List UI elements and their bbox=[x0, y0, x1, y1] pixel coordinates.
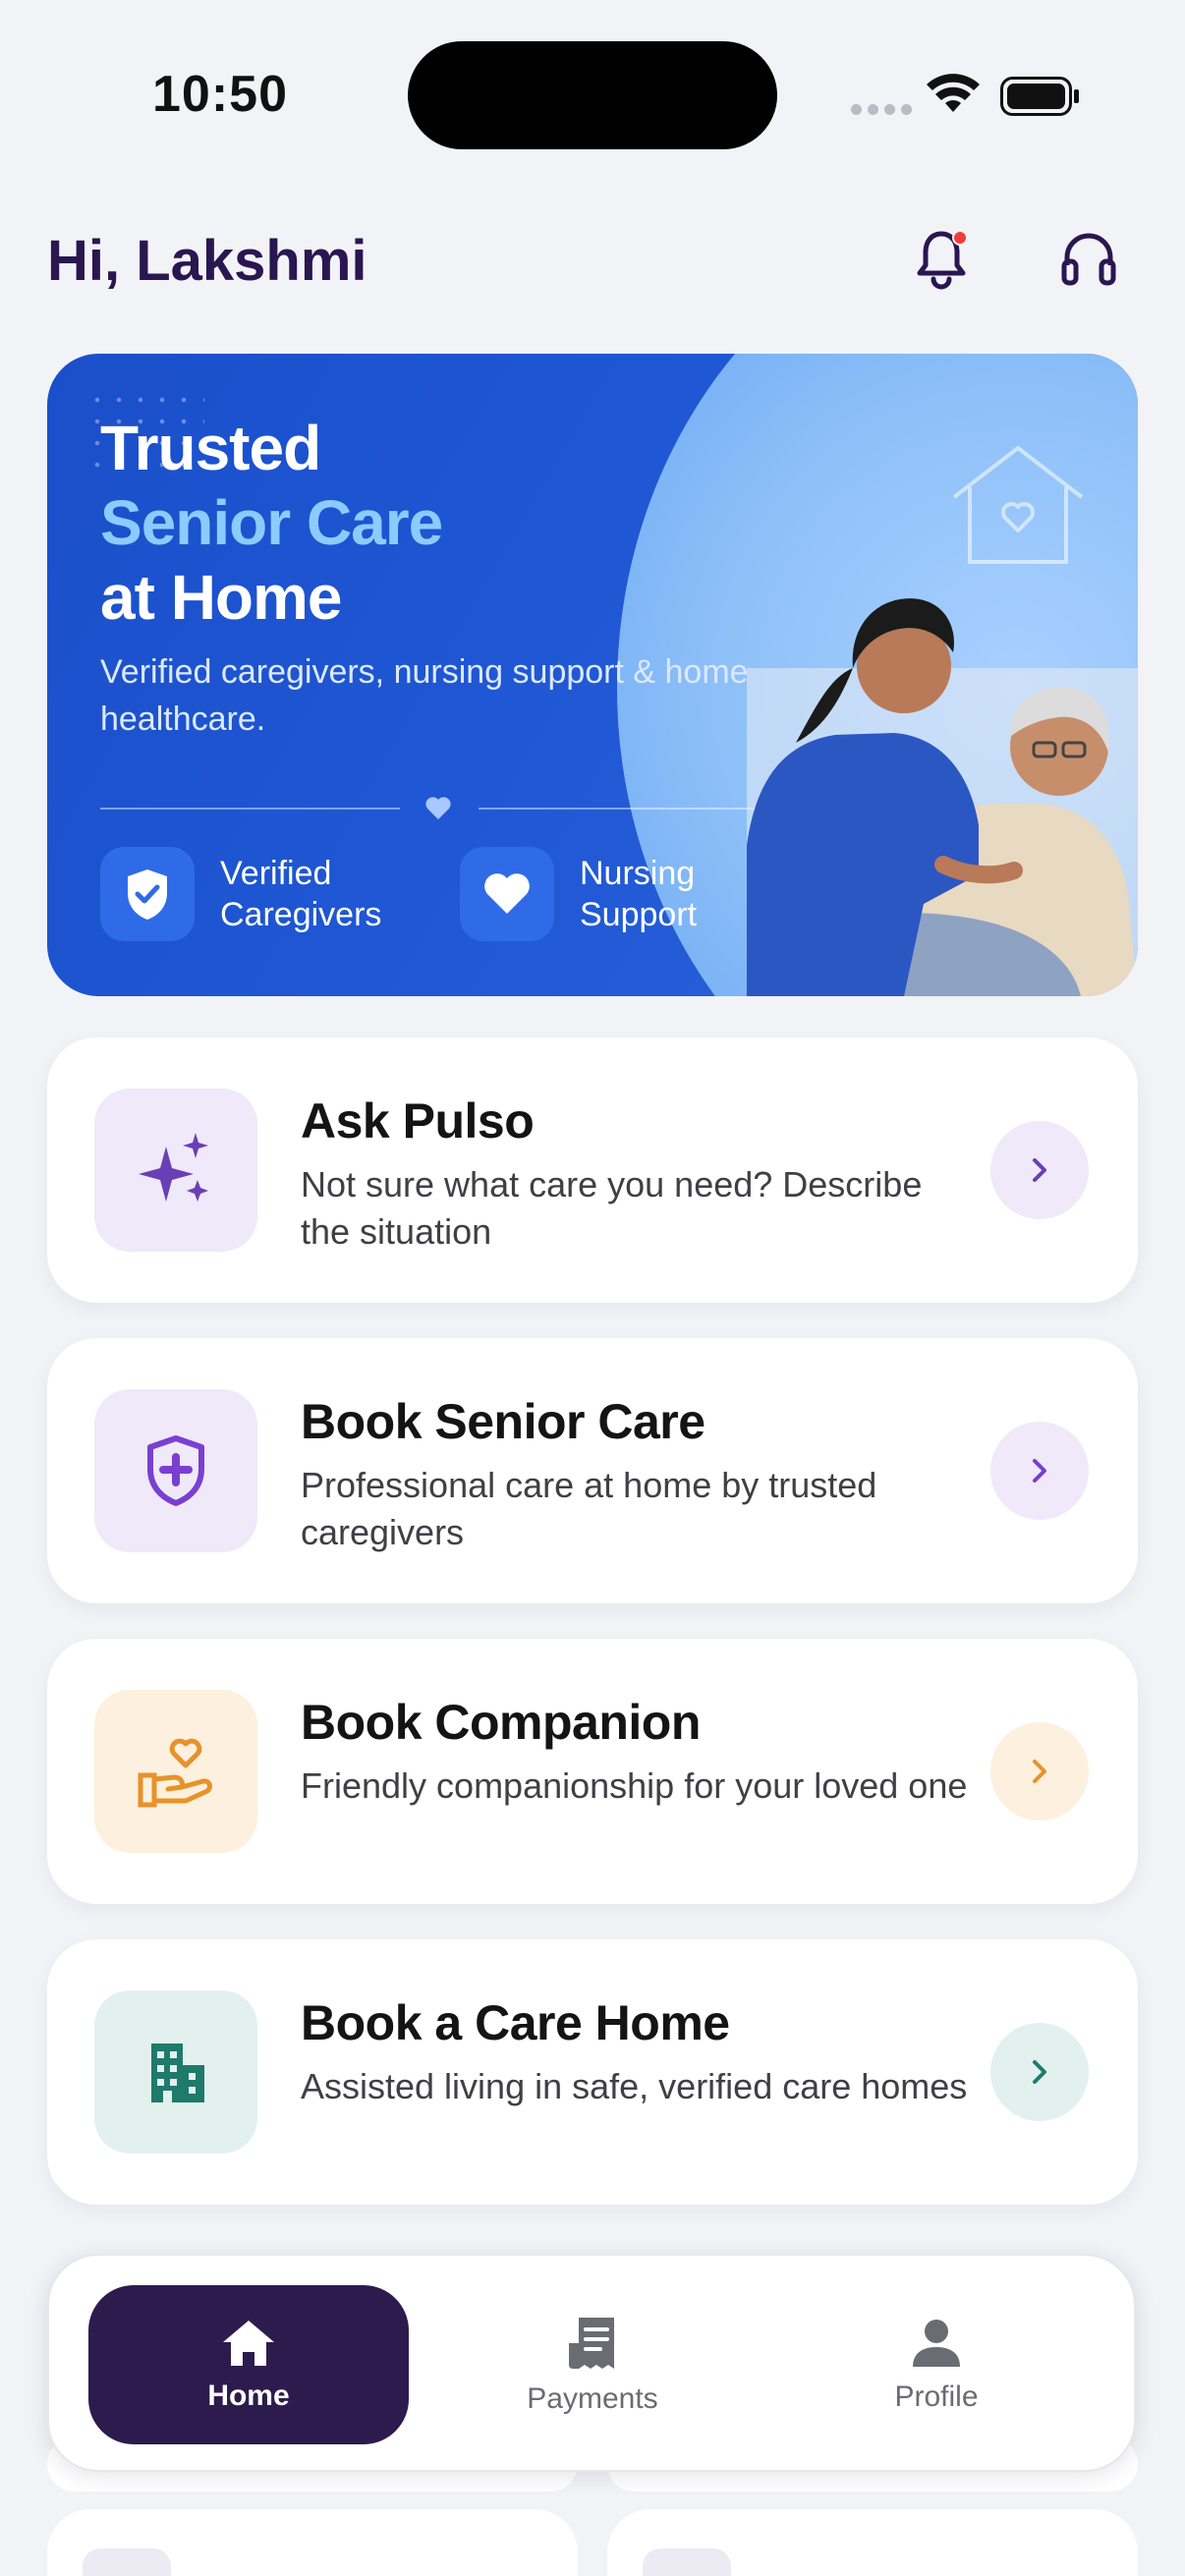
status-bar: 10:50 bbox=[0, 0, 1185, 187]
dynamic-island bbox=[408, 41, 777, 149]
home-icon bbox=[223, 2321, 274, 2366]
hand-heart-icon bbox=[94, 1690, 257, 1853]
service-card-book-companion[interactable]: Book Companion Friendly companionship fo… bbox=[47, 1639, 1138, 1904]
service-description: Assisted living in safe, verified care h… bbox=[301, 2066, 968, 2106]
receipt-icon bbox=[569, 2318, 614, 2369]
support-headset-icon[interactable] bbox=[1059, 228, 1118, 291]
bottom-nav: Home Payments Profile bbox=[47, 2254, 1136, 2472]
notification-badge bbox=[952, 230, 968, 246]
heart-icon bbox=[460, 847, 554, 941]
greeting-title: Hi, Lakshmi bbox=[47, 229, 367, 293]
sparkles-icon bbox=[94, 1089, 257, 1252]
nav-home[interactable]: Home bbox=[88, 2285, 409, 2444]
hero-title-line1: Trusted bbox=[100, 413, 321, 483]
house-heart-icon bbox=[952, 446, 1084, 564]
card-icon bbox=[83, 2548, 171, 2576]
service-card-book-care-home[interactable]: Book a Care Home Assisted living in safe… bbox=[47, 1939, 1138, 2205]
shield-check-icon bbox=[100, 847, 195, 941]
hero-title-line3: at Home bbox=[100, 562, 343, 633]
hero-subtitle: Verified caregivers, nursing support & h… bbox=[100, 653, 749, 738]
service-description: Not sure what care you need? Describe th… bbox=[301, 1164, 923, 1252]
peek-card-left[interactable] bbox=[47, 2509, 578, 2576]
service-card-book-senior-care[interactable]: Book Senior Care Professional care at ho… bbox=[47, 1338, 1138, 1603]
nav-label: Profile bbox=[894, 2380, 979, 2413]
badge-verified-caregivers: Verified Caregivers bbox=[100, 847, 417, 941]
service-title: Ask Pulso bbox=[301, 1093, 535, 1148]
nav-label: Home bbox=[207, 2380, 290, 2412]
service-card-ask-pulso[interactable]: Ask Pulso Not sure what care you need? D… bbox=[47, 1037, 1138, 1303]
wifi-icon bbox=[927, 74, 980, 112]
card-icon bbox=[643, 2548, 731, 2576]
hero-title-line2: Senior Care bbox=[100, 487, 443, 558]
building-icon bbox=[94, 1990, 257, 2154]
status-time: 10:50 bbox=[152, 66, 288, 123]
hero-title: Trusted Senior Care at Home bbox=[100, 411, 443, 635]
badge-label: Verified Caregivers bbox=[220, 855, 382, 933]
service-title: Book a Care Home bbox=[301, 1995, 730, 2050]
service-title: Book Senior Care bbox=[301, 1394, 705, 1449]
hero-banner[interactable]: Trusted Senior Care at Home Verified car… bbox=[47, 354, 1138, 996]
badge-label: Nursing Support bbox=[580, 855, 698, 933]
chevron-right-icon[interactable] bbox=[990, 2023, 1089, 2121]
nav-label: Payments bbox=[527, 2382, 658, 2415]
shield-plus-icon bbox=[94, 1389, 257, 1552]
service-description: Professional care at home by trusted car… bbox=[301, 1465, 877, 1552]
nav-payments[interactable]: Payments bbox=[432, 2285, 753, 2444]
chevron-right-icon[interactable] bbox=[990, 1422, 1089, 1520]
hero-divider bbox=[100, 794, 788, 823]
small-heart-icon bbox=[425, 797, 451, 819]
cellular-signal-icon bbox=[851, 104, 912, 115]
nav-profile[interactable]: Profile bbox=[776, 2285, 1097, 2444]
service-title: Book Companion bbox=[301, 1695, 701, 1750]
person-icon bbox=[913, 2320, 960, 2367]
badge-nursing-support: Nursing Support bbox=[460, 847, 727, 941]
chevron-right-icon[interactable] bbox=[990, 1121, 1089, 1219]
caregiver-senior-illustration bbox=[747, 598, 1138, 996]
service-description: Friendly companionship for your loved on… bbox=[301, 1765, 968, 1806]
battery-icon bbox=[1000, 77, 1079, 116]
peek-card-right[interactable] bbox=[607, 2509, 1138, 2576]
chevron-right-icon[interactable] bbox=[990, 1722, 1089, 1820]
